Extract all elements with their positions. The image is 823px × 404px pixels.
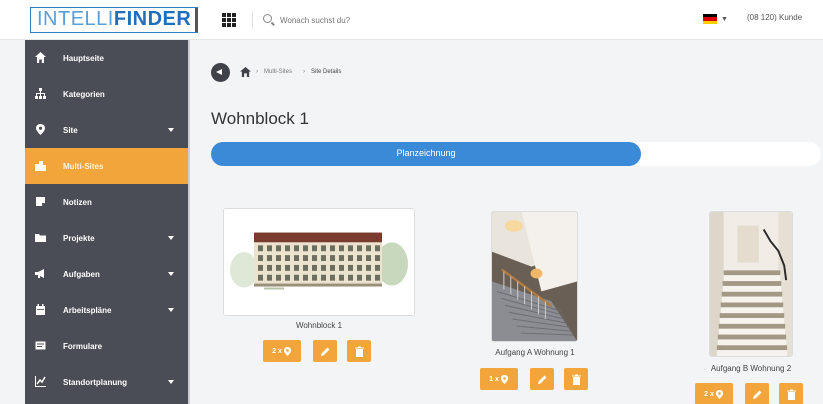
top-bar: INTELLIFINDER ▼ (08 120) Kunde (0, 0, 823, 40)
caret-down-icon (168, 272, 174, 276)
sidebar-item-hauptseite[interactable]: Hauptseite (25, 40, 188, 76)
caret-down-icon (168, 308, 174, 312)
sidebar-item-label: Kategorien (63, 89, 105, 99)
apps-grid-icon[interactable] (222, 13, 236, 27)
sidebar-item-arbeitspläne[interactable]: Arbeitspläne (25, 292, 188, 328)
sidebar-item-formulare[interactable]: Formulare (25, 328, 188, 364)
form-icon (35, 341, 46, 350)
chevron-down-icon[interactable]: ▼ (721, 16, 728, 23)
home-icon[interactable] (240, 67, 251, 77)
sidebar-item-label: Multi-Sites (63, 161, 104, 171)
page-title: Wohnblock 1 (211, 109, 309, 128)
breadcrumb-item-multi-sites[interactable]: Multi-Sites (264, 69, 292, 75)
sidebar-item-label: Formulare (63, 341, 103, 351)
location-count-button[interactable]: 2 x (263, 340, 301, 362)
user-account-label[interactable]: (08 120) Kunde (747, 13, 802, 22)
progress-bar[interactable]: Planzeichnung (211, 142, 821, 166)
sidebar-item-standortplanung[interactable]: Standortplanung (25, 364, 188, 400)
pencil-icon (537, 375, 546, 384)
map-marker-icon (283, 346, 292, 356)
sidebar-divider (188, 40, 190, 404)
trash-icon (571, 374, 581, 385)
folder-icon (35, 234, 46, 242)
sidebar-item-label: Arbeitspläne (63, 305, 112, 315)
edit-button[interactable] (745, 383, 769, 404)
chart-icon (35, 376, 46, 387)
flag-de-icon[interactable] (703, 14, 717, 24)
back-button[interactable] (211, 63, 230, 82)
search-input[interactable] (280, 10, 480, 30)
trash-icon (786, 389, 796, 400)
card-title: Aufgang A Wohnung 1 (495, 348, 575, 357)
bullhorn-icon (35, 269, 44, 278)
sidebar-item-site[interactable]: Site (25, 112, 188, 148)
card-title: Aufgang B Wohnung 2 (710, 364, 792, 373)
sidebar-item-notizen[interactable]: Notizen (25, 184, 188, 220)
pencil-icon (752, 390, 761, 399)
map-marker-icon (715, 389, 724, 399)
sidebar-item-projekte[interactable]: Projekte (25, 220, 188, 256)
sidebar-item-multi-sites[interactable]: Multi-Sites (25, 148, 188, 184)
caret-down-icon (168, 128, 174, 132)
breadcrumb-separator: › (256, 69, 258, 75)
delete-button[interactable] (564, 368, 588, 390)
sidebar: Hauptseite Kategorien Site Multi-Sites Notiz… (25, 40, 188, 404)
search-icon (263, 14, 272, 23)
divider (252, 12, 253, 28)
breadcrumb-item-site-details: Site Details (311, 69, 342, 75)
buildings-icon (35, 161, 46, 171)
sidebar-item-label: Projekte (63, 233, 95, 243)
location-count-button[interactable]: 2 x (695, 383, 733, 404)
trash-icon (354, 346, 364, 357)
sidebar-item-label: Aufgaben (63, 269, 100, 279)
pencil-icon (320, 347, 329, 356)
sidebar-item-label: Hauptseite (63, 53, 104, 63)
progress-label: Planzeichnung (396, 148, 456, 158)
sidebar-toggle-handle[interactable] (195, 8, 198, 32)
sitemap-icon (35, 88, 46, 99)
home-icon (35, 52, 46, 63)
calendar-icon (36, 304, 45, 315)
card-image-aufgang-b-wohnung-2[interactable] (709, 211, 793, 357)
edit-button[interactable] (313, 340, 337, 362)
card-title: Wohnblock 1 (295, 321, 343, 330)
delete-button[interactable] (779, 383, 803, 404)
edit-button[interactable] (530, 368, 554, 390)
sidebar-item-label: Site (63, 125, 78, 135)
sidebar-item-label: Standortplanung (63, 377, 127, 387)
location-count-button[interactable]: 1 x (480, 368, 518, 390)
sidebar-item-aufgaben[interactable]: Aufgaben (25, 256, 188, 292)
caret-down-icon (168, 236, 174, 240)
card-image-aufgang-a-wohnung-1[interactable] (491, 211, 578, 342)
map-marker-icon (500, 374, 509, 384)
sidebar-item-kategorien[interactable]: Kategorien (25, 76, 188, 112)
card-image-wohnblock-1[interactable] (223, 208, 415, 316)
breadcrumb-separator: › (303, 69, 305, 75)
sidebar-item-label: Notizen (63, 197, 92, 207)
map-marker-icon (36, 124, 45, 135)
caret-down-icon (168, 380, 174, 384)
delete-button[interactable] (347, 340, 371, 362)
app-logo[interactable]: INTELLIFINDER (30, 7, 199, 33)
note-icon (36, 197, 45, 206)
